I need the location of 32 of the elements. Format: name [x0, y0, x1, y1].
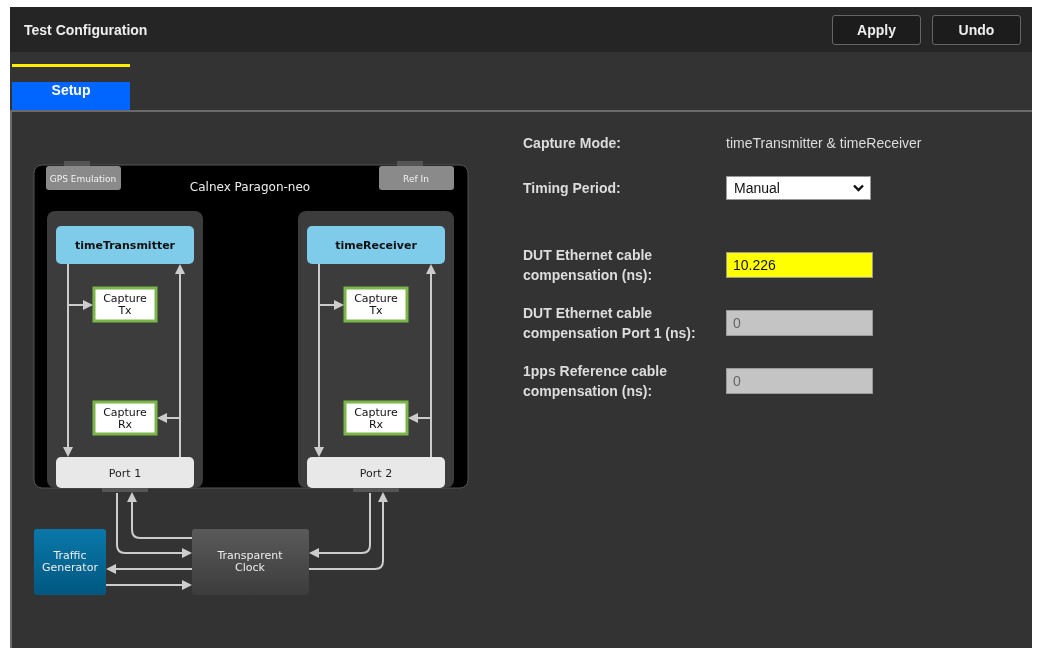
field-label: 1pps Reference cable compensation (ns): [523, 362, 668, 401]
field-value: timeTransmitter & timeReceiver [726, 135, 922, 151]
capture-label: Capture Rx [354, 406, 398, 431]
generator-box [34, 529, 106, 595]
arrow [127, 492, 193, 539]
field-label: Timing Period: [523, 179, 622, 198]
field-label: DUT Ethernet cable compensation Port 1 (ns): [523, 304, 697, 343]
window-title: Test Configuration [24, 21, 149, 38]
capture-label: Capture Tx [103, 292, 147, 317]
capture-box [92, 286, 158, 323]
capture-box [343, 400, 409, 436]
undo-button[interactable]: Undo [932, 14, 1021, 45]
field-label: DUT Ethernet cable compensation (ns): [523, 246, 654, 285]
chevron-down-icon [853, 184, 864, 192]
capture-box [343, 286, 409, 323]
port-label: Port 1 [108, 467, 142, 480]
capture-label: Capture Tx [354, 292, 398, 317]
input-field[interactable]: 10.226 [726, 252, 873, 278]
input-connector: GPS Emulation [46, 161, 121, 190]
apply-button[interactable]: Apply [832, 14, 921, 45]
generator-label: Traffic Generator [42, 549, 98, 574]
role-label: timeTransmitter [74, 239, 176, 252]
capture-box [92, 400, 158, 436]
field-label: Capture Mode: [523, 134, 622, 153]
arrow [309, 492, 371, 558]
role-label: timeReceiver [335, 239, 417, 252]
device-name: Calnex Paragon-neo [189, 180, 311, 194]
timing-select[interactable]: Manual [726, 176, 871, 200]
clock-label: Transparent Clock [217, 549, 283, 574]
capture-label: Capture Rx [103, 406, 147, 431]
port-label: Port 2 [359, 467, 393, 480]
input-connector: Ref In [379, 161, 454, 190]
